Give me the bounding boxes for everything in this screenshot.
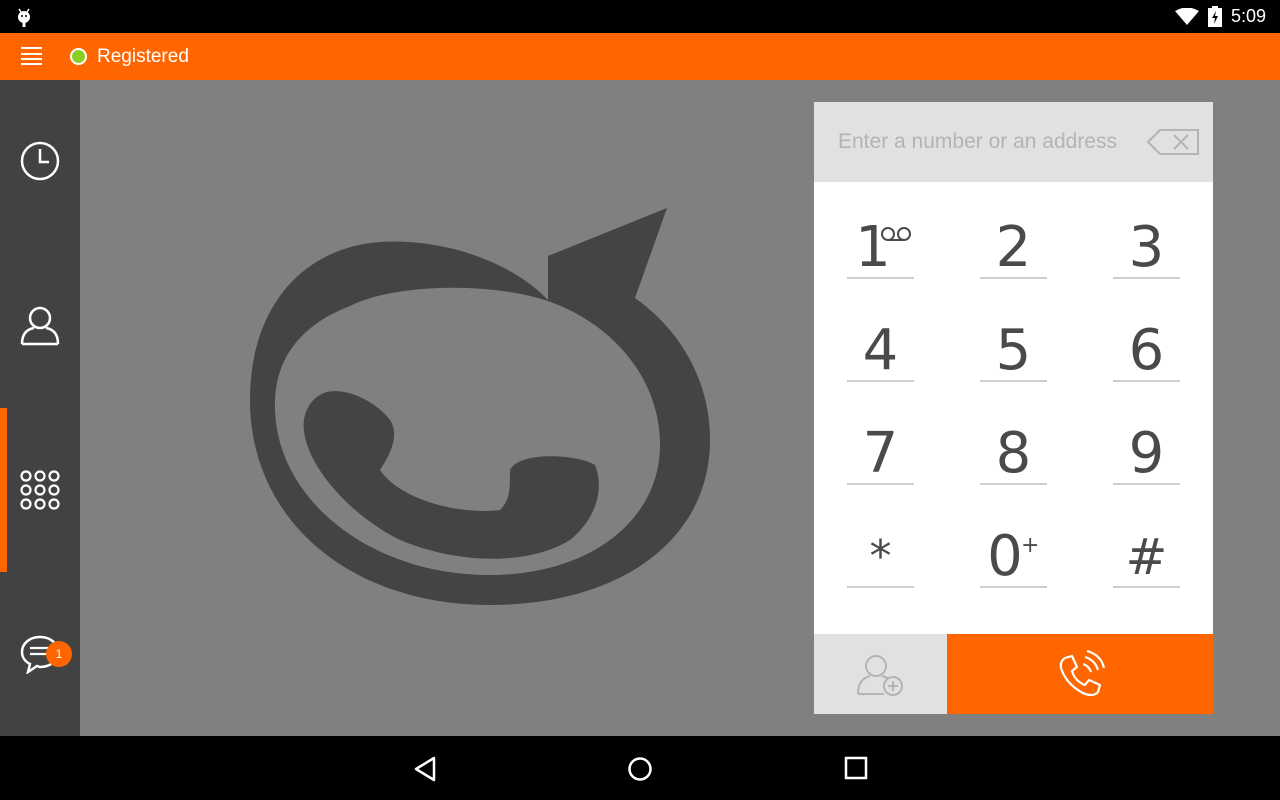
key-9-digit: 9 <box>1128 421 1165 486</box>
key-6-digit: 6 <box>1128 318 1165 383</box>
call-icon <box>1059 650 1105 697</box>
contacts-icon <box>20 306 60 346</box>
key-6[interactable]: 6 <box>1080 293 1213 396</box>
battery-charging-icon <box>1208 6 1222 27</box>
sidebar-item-contacts[interactable] <box>0 244 80 408</box>
sidebar-item-dialer[interactable] <box>0 408 80 572</box>
key-underline <box>1113 380 1180 382</box>
key-underline <box>847 483 914 485</box>
menu-icon[interactable] <box>21 46 42 66</box>
add-contact-button[interactable] <box>814 634 947 714</box>
sidebar-active-indicator <box>0 408 7 572</box>
key-0-digit: 0 <box>987 524 1023 589</box>
dialer-icon <box>20 470 60 510</box>
key-1[interactable]: 1 <box>814 190 947 293</box>
key-underline <box>1113 586 1180 588</box>
key-3-digit: 3 <box>1128 215 1165 280</box>
key-7-digit: 7 <box>862 421 899 486</box>
home-icon[interactable] <box>627 756 653 782</box>
key-star-digit: * <box>869 531 892 582</box>
address-bar <box>814 102 1213 182</box>
key-hash-digit: # <box>1125 528 1168 586</box>
voicemail-icon <box>881 227 911 241</box>
key-underline <box>980 483 1047 485</box>
call-button[interactable] <box>947 634 1213 714</box>
backspace-icon[interactable] <box>1146 128 1201 156</box>
key-underline <box>847 586 914 588</box>
key-underline <box>1113 483 1180 485</box>
key-underline <box>847 277 914 279</box>
key-5-digit: 5 <box>995 318 1032 383</box>
chat-unread-badge: 1 <box>46 641 72 667</box>
sidebar-item-history[interactable] <box>0 80 80 244</box>
system-nav-bar <box>0 736 1280 800</box>
wifi-icon <box>1175 8 1199 25</box>
status-bar: 5:09 <box>0 0 1280 33</box>
key-8-digit: 8 <box>995 421 1032 486</box>
key-0-plus: + <box>1021 533 1040 558</box>
sidebar <box>0 80 80 736</box>
key-underline <box>847 380 914 382</box>
key-1-digit: 1 <box>855 215 891 280</box>
add-contact-icon <box>857 655 903 696</box>
history-icon <box>20 141 60 181</box>
key-underline <box>980 380 1047 382</box>
clock: 5:09 <box>1231 6 1267 26</box>
key-underline <box>980 586 1047 588</box>
back-icon[interactable] <box>412 756 438 782</box>
key-4-digit: 4 <box>862 318 899 383</box>
key-0[interactable]: 0 + <box>947 499 1080 602</box>
key-star[interactable]: * <box>814 499 947 602</box>
key-underline <box>980 277 1047 279</box>
key-8[interactable]: 8 <box>947 396 1080 499</box>
key-3[interactable]: 3 <box>1080 190 1213 293</box>
key-2-digit: 2 <box>995 215 1032 280</box>
android-debug-icon <box>18 8 30 27</box>
dialer-panel: 1 2 3 4 5 6 7 8 9 * <box>814 102 1213 714</box>
key-7[interactable]: 7 <box>814 396 947 499</box>
key-hash[interactable]: # <box>1080 499 1213 602</box>
registration-status-dot <box>70 48 87 65</box>
key-2[interactable]: 2 <box>947 190 1080 293</box>
app-bar <box>0 33 1280 80</box>
registration-status-label: Registered <box>97 46 189 67</box>
key-5[interactable]: 5 <box>947 293 1080 396</box>
address-input[interactable] <box>838 122 1138 162</box>
linphone-logo-icon <box>250 208 710 605</box>
key-9[interactable]: 9 <box>1080 396 1213 499</box>
key-underline <box>1113 277 1180 279</box>
key-4[interactable]: 4 <box>814 293 947 396</box>
recents-icon[interactable] <box>844 756 868 780</box>
